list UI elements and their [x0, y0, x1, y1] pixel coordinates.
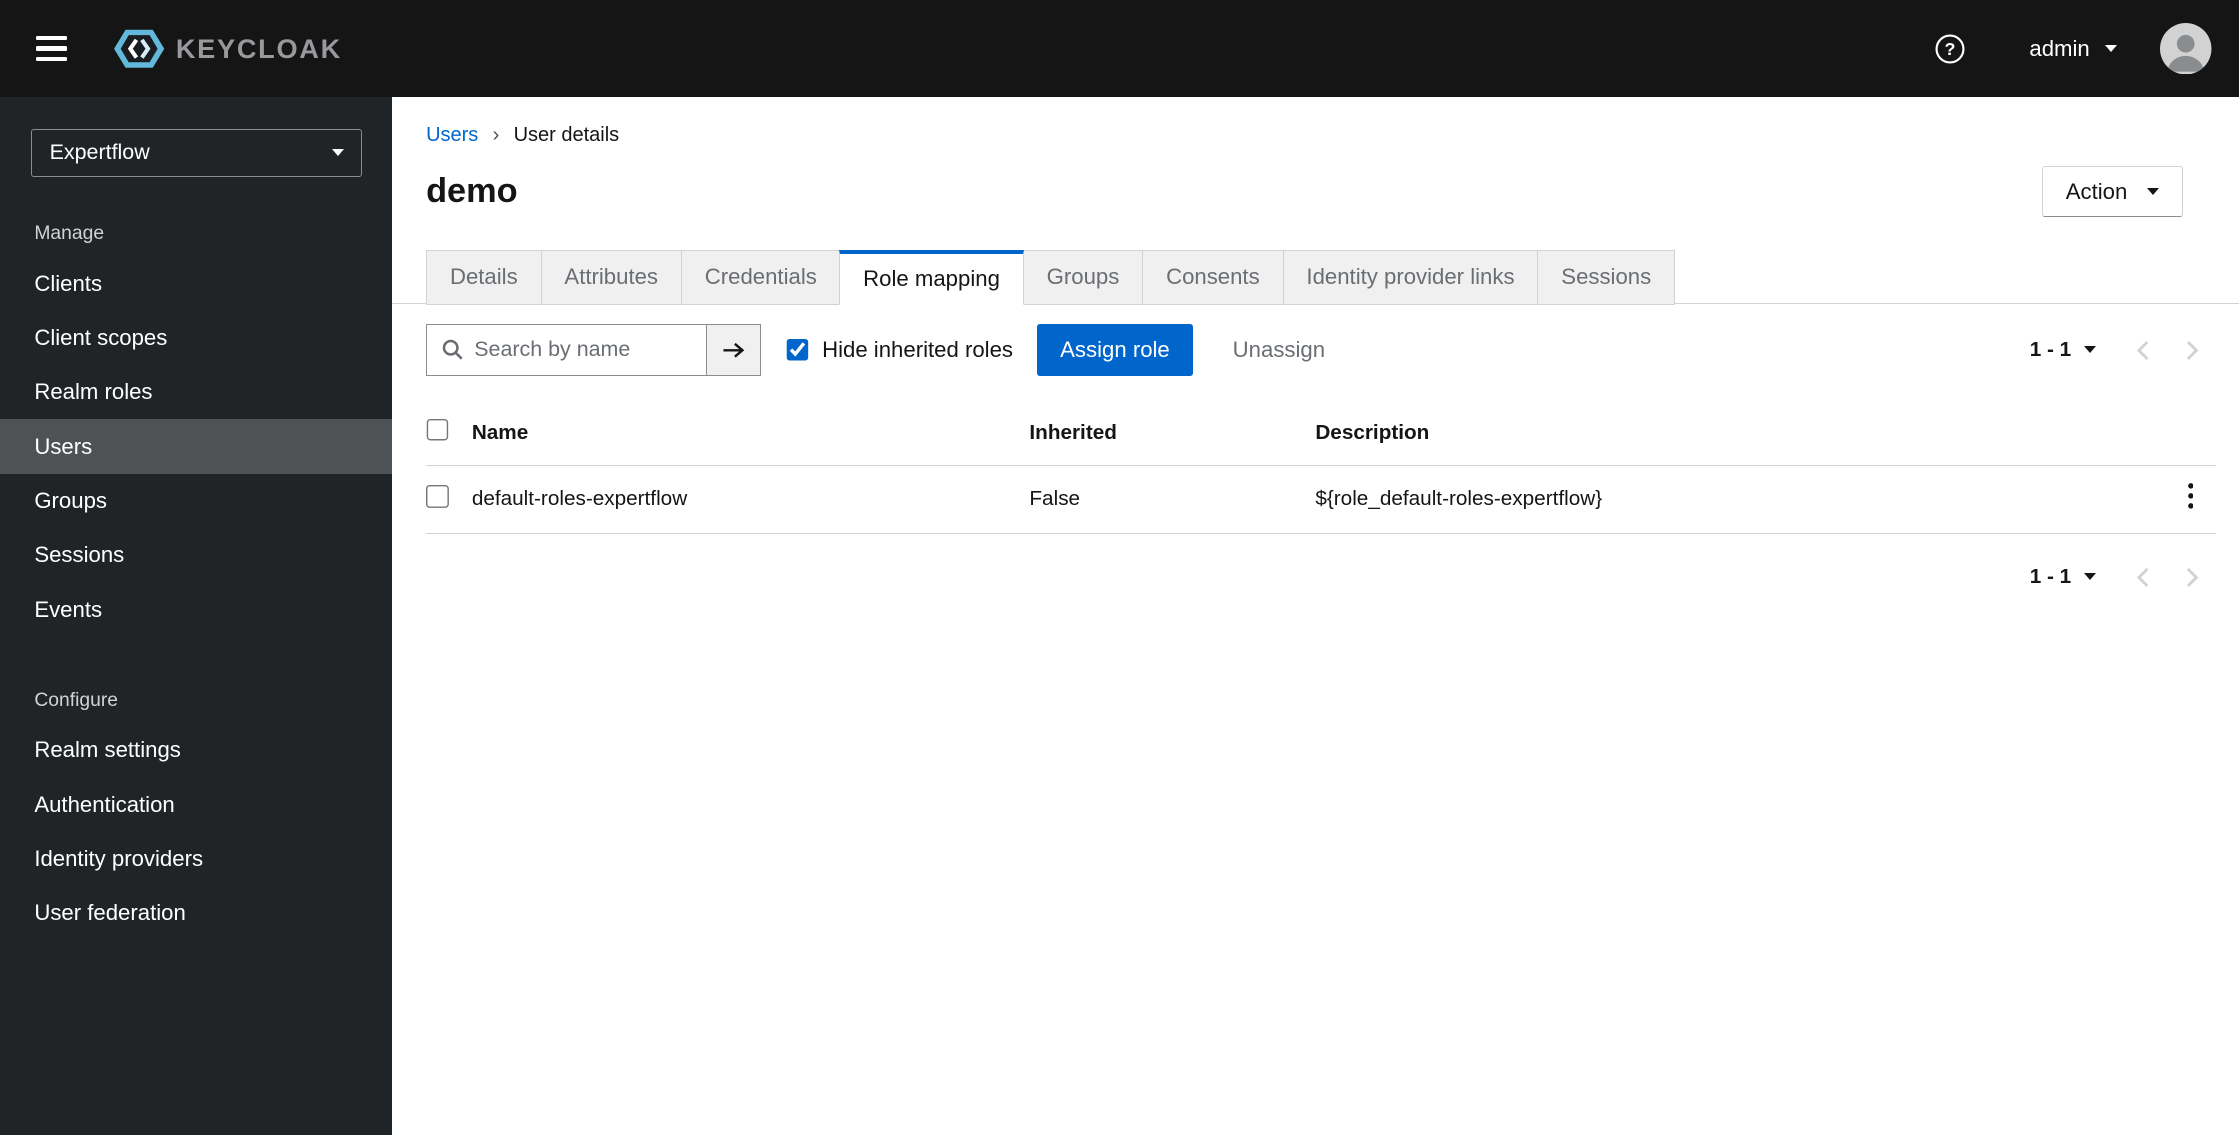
pagination-bottom-menu-button[interactable]: 1 - 1	[2029, 564, 2097, 589]
sidebar-item-client-scopes[interactable]: Client scopes	[0, 311, 392, 365]
breadcrumb-separator: ›	[492, 124, 500, 147]
sidebar-item-realm-settings[interactable]: Realm settings	[0, 723, 392, 777]
realm-name-label: Expertflow	[49, 140, 150, 165]
tab-credentials[interactable]: Credentials	[681, 250, 841, 305]
sidebar-item-sessions[interactable]: Sessions	[0, 528, 392, 582]
search-submit-button[interactable]	[706, 324, 761, 376]
username-label: admin	[2029, 35, 2090, 61]
pagination-bottom-range-label: 1 - 1	[2029, 564, 2072, 588]
realm-selector[interactable]: Expertflow	[31, 128, 362, 178]
inherited-cell: False	[1029, 465, 1316, 535]
chevron-down-icon	[2105, 45, 2118, 52]
table-header-row: Name Inherited Description	[426, 401, 2217, 466]
page-title: demo	[426, 172, 518, 211]
user-menu-button[interactable]: admin	[2029, 35, 2118, 62]
nav-group-label-configure: Configure	[34, 689, 118, 711]
column-header-name: Name	[471, 401, 1030, 466]
chevron-down-icon	[331, 149, 344, 157]
breadcrumb-link-users[interactable]: Users	[426, 124, 478, 147]
tab-consents[interactable]: Consents	[1143, 250, 1284, 305]
column-header-description: Description	[1315, 401, 2154, 466]
sidebar-item-authentication[interactable]: Authentication	[0, 777, 392, 831]
table-row: default-roles-expertflow False ${role_de…	[426, 465, 2217, 535]
tab-attributes[interactable]: Attributes	[541, 250, 682, 305]
sidebar-item-users[interactable]: Users	[0, 419, 392, 474]
keycloak-logo: KEYCLOAK	[112, 28, 342, 69]
svg-text:?: ?	[1945, 39, 1956, 59]
main-content: Users › User details demo Action Details…	[391, 97, 2239, 1135]
keycloak-admin-console: KEYCLOAK ? admin Expertflow Manage Clien…	[0, 0, 2239, 1135]
sidebar: Expertflow Manage Clients Client scopes …	[0, 97, 392, 1135]
masthead: KEYCLOAK ? admin	[0, 0, 2239, 98]
search-group	[426, 324, 761, 376]
avatar	[2160, 22, 2212, 75]
configure-nav: Realm settings Authentication Identity p…	[0, 723, 392, 940]
hamburger-menu-button[interactable]	[35, 35, 68, 62]
kebab-icon	[2187, 483, 2194, 510]
chevron-right-icon	[2186, 567, 2199, 587]
pagination-bottom: 1 - 1	[2030, 557, 2216, 597]
role-name-cell: default-roles-expertflow	[471, 465, 1030, 535]
breadcrumb-current: User details	[513, 124, 620, 147]
chevron-right-icon	[2186, 340, 2199, 360]
manage-nav: Clients Client scopes Realm roles Users …	[0, 256, 392, 636]
chevron-down-icon	[2147, 188, 2160, 196]
keycloak-logo-icon	[113, 29, 164, 68]
pagination-bottom-next-button[interactable]	[2168, 557, 2217, 597]
pagination-menu-button[interactable]: 1 - 1	[2029, 337, 2097, 362]
column-header-inherited: Inherited	[1029, 401, 1316, 466]
brand-text: KEYCLOAK	[175, 32, 342, 64]
pagination-bottom-prev-button[interactable]	[2119, 557, 2168, 597]
hide-inherited-label: Hide inherited roles	[822, 336, 1013, 362]
tab-details[interactable]: Details	[426, 250, 542, 305]
chevron-left-icon	[2136, 567, 2149, 587]
tab-identity-provider-links[interactable]: Identity provider links	[1283, 250, 1539, 305]
pagination-range-label: 1 - 1	[2029, 337, 2072, 361]
tab-sessions[interactable]: Sessions	[1538, 250, 1676, 305]
search-icon	[442, 339, 463, 360]
chevron-down-icon	[2084, 346, 2097, 354]
sidebar-item-clients[interactable]: Clients	[0, 256, 392, 310]
nav-group-label-manage: Manage	[34, 223, 105, 245]
breadcrumb: Users › User details	[392, 97, 2239, 147]
help-icon: ?	[1935, 34, 1965, 64]
role-mapping-table: Name Inherited Description default-roles…	[426, 401, 2217, 535]
unassign-button[interactable]: Unassign	[1210, 324, 1348, 375]
select-all-checkbox[interactable]	[426, 418, 449, 442]
search-input[interactable]	[426, 324, 707, 376]
pagination-top: 1 - 1	[2030, 330, 2216, 370]
chevron-left-icon	[2136, 340, 2149, 360]
chevron-down-icon	[2084, 573, 2097, 581]
sidebar-item-events[interactable]: Events	[0, 582, 392, 636]
tab-groups[interactable]: Groups	[1023, 250, 1144, 305]
sidebar-item-realm-roles[interactable]: Realm roles	[0, 365, 392, 419]
pagination-next-button[interactable]	[2168, 330, 2217, 370]
kebab-menu-button[interactable]	[2176, 481, 2205, 518]
tab-role-mapping[interactable]: Role mapping	[839, 250, 1024, 305]
sidebar-item-groups[interactable]: Groups	[0, 474, 392, 528]
sidebar-item-identity-providers[interactable]: Identity providers	[0, 832, 392, 886]
hamburger-icon	[35, 35, 68, 41]
row-checkbox[interactable]	[426, 484, 449, 508]
sidebar-item-user-federation[interactable]: User federation	[0, 886, 392, 940]
help-button[interactable]: ?	[1935, 34, 1965, 64]
hide-inherited-roles-toggle[interactable]: Hide inherited roles	[786, 337, 1013, 363]
role-mapping-toolbar: Hide inherited roles Assign role Unassig…	[426, 324, 2216, 376]
description-cell: ${role_default-roles-expertflow}	[1315, 465, 2154, 535]
assign-role-button[interactable]: Assign role	[1037, 324, 1193, 376]
hide-inherited-checkbox[interactable]	[786, 338, 810, 362]
user-details-tabs: Details Attributes Credentials Role mapp…	[391, 250, 2239, 305]
action-dropdown-button[interactable]: Action	[2041, 165, 2184, 218]
pagination-prev-button[interactable]	[2119, 330, 2168, 370]
arrow-right-icon	[723, 342, 745, 358]
